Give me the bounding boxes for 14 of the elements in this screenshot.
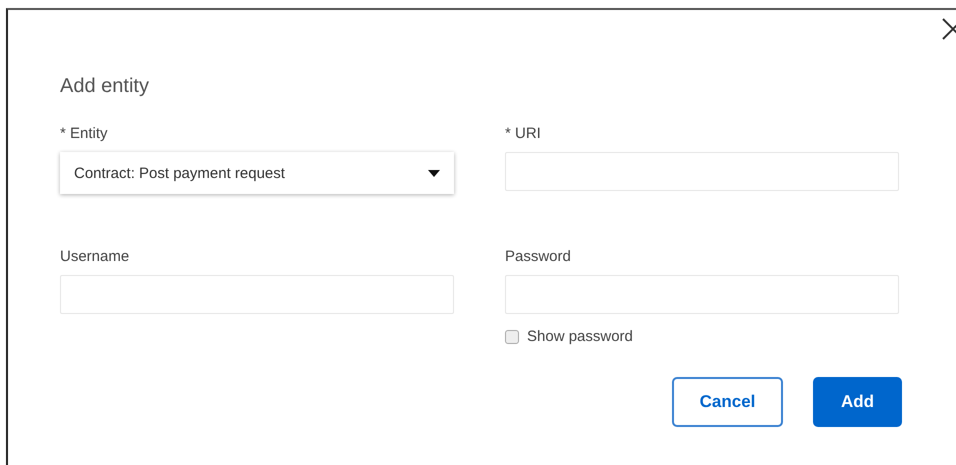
add-button[interactable]: Add	[813, 377, 902, 427]
dialog-title: Add entity	[60, 74, 149, 98]
field-label: Username	[60, 248, 130, 266]
entity-dropdown[interactable]: Contract: Post payment request	[60, 152, 454, 194]
input-field[interactable]	[505, 152, 899, 191]
field-label: Password	[505, 248, 571, 266]
input-field[interactable]	[505, 275, 899, 314]
field-label: * Entity	[60, 125, 108, 143]
caret-icon	[428, 170, 440, 176]
cancel-button[interactable]: Cancel	[672, 377, 783, 427]
checkbox-label: Show password	[527, 328, 633, 345]
input-field[interactable]	[60, 275, 454, 314]
checkbox[interactable]	[505, 330, 519, 344]
field-label: * URI	[505, 125, 541, 143]
